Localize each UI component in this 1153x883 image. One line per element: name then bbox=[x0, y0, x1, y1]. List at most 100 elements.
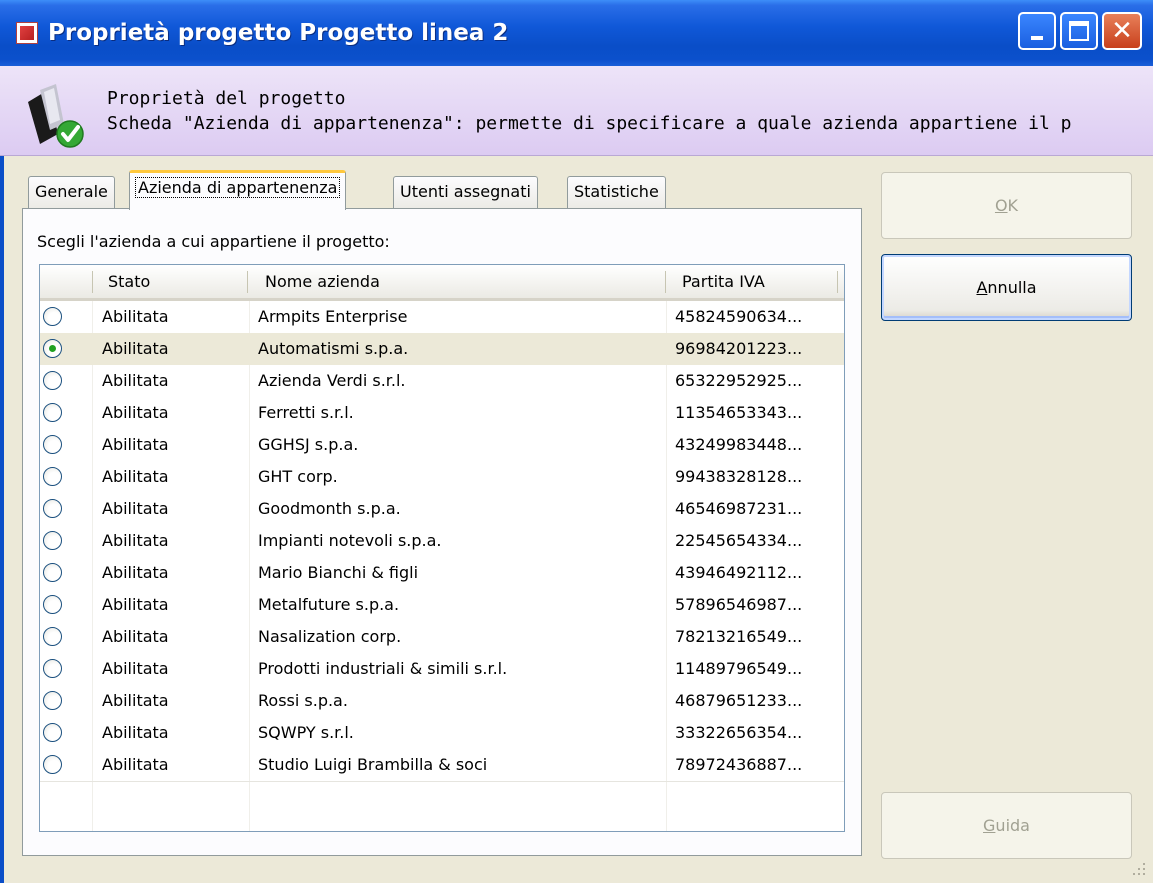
title-bar[interactable]: Proprietà progetto Progetto linea 2 ✕ bbox=[0, 0, 1153, 66]
header-title: Proprietà del progetto bbox=[107, 88, 346, 109]
stato-cell: Abilitata bbox=[102, 755, 169, 774]
table-row[interactable]: Abilitata GGHSJ s.p.a. 43249983448... bbox=[40, 429, 844, 461]
tab-utenti-assegnati[interactable]: Utenti assegnati bbox=[393, 176, 538, 208]
table-row[interactable]: Abilitata Metalfuture s.p.a. 57896546987..… bbox=[40, 589, 844, 621]
stato-cell: Abilitata bbox=[102, 595, 169, 614]
header-description: Scheda "Azienda di appartenenza": permet… bbox=[107, 113, 1072, 134]
stato-cell: Abilitata bbox=[102, 371, 169, 390]
table-row[interactable]: Abilitata Prodotti industriali & simili s… bbox=[40, 653, 844, 685]
vat-number-cell: 99438328128... bbox=[675, 467, 803, 486]
stato-cell: Abilitata bbox=[102, 691, 169, 710]
ok-button[interactable]: OK bbox=[881, 172, 1132, 239]
company-name-cell: Armpits Enterprise bbox=[258, 307, 408, 326]
company-list[interactable]: Stato Nome azienda Partita IVA Abilitata… bbox=[39, 264, 845, 832]
radio-button[interactable] bbox=[43, 435, 62, 454]
vat-number-cell: 46879651233... bbox=[675, 691, 803, 710]
company-name-cell: Impianti notevoli s.p.a. bbox=[258, 531, 442, 550]
tab-azienda-di-appartenenza[interactable]: Azienda di appartenenza bbox=[129, 170, 347, 210]
tab-label: Generale bbox=[35, 182, 108, 201]
ok-mnemonic: O bbox=[994, 196, 1008, 215]
table-row[interactable]: Abilitata Impianti notevoli s.p.a. 2254565… bbox=[40, 525, 844, 557]
company-name-cell: SQWPY s.r.l. bbox=[258, 723, 354, 742]
close-button[interactable]: ✕ bbox=[1102, 12, 1142, 50]
tab-statistiche[interactable]: Statistiche bbox=[567, 176, 666, 208]
company-name-cell: GGHSJ s.p.a. bbox=[258, 435, 359, 454]
company-name-cell: Nasalization corp. bbox=[258, 627, 402, 646]
radio-button[interactable] bbox=[43, 627, 62, 646]
tab-generale[interactable]: Generale bbox=[28, 176, 115, 208]
minimize-button[interactable] bbox=[1018, 12, 1056, 50]
radio-button[interactable] bbox=[43, 659, 62, 678]
company-name-cell: GHT corp. bbox=[258, 467, 338, 486]
maximize-button[interactable] bbox=[1060, 12, 1098, 50]
vat-number-cell: 78972436887... bbox=[675, 755, 803, 774]
guida-label-rest: uida bbox=[995, 816, 1030, 835]
vat-number-cell: 43249983448... bbox=[675, 435, 803, 454]
dialog-header: Proprietà del progetto Scheda "Azienda d… bbox=[0, 66, 1153, 156]
maximize-icon bbox=[1069, 21, 1089, 41]
table-row[interactable]: Abilitata Armpits Enterprise 45824590634..… bbox=[40, 301, 844, 333]
table-row[interactable]: Abilitata Goodmonth s.p.a. 46546987231... bbox=[40, 493, 844, 525]
column-header-nome-azienda[interactable]: Nome azienda bbox=[265, 265, 380, 298]
table-row[interactable]: Abilitata Ferretti s.r.l. 11354653343... bbox=[40, 397, 844, 429]
company-name-cell: Metalfuture s.p.a. bbox=[258, 595, 400, 614]
guida-button[interactable]: Guida bbox=[881, 792, 1132, 859]
tab-label: Utenti assegnati bbox=[400, 182, 531, 201]
table-row[interactable]: Abilitata SQWPY s.r.l. 33322656354... bbox=[40, 717, 844, 749]
radio-button[interactable] bbox=[43, 691, 62, 710]
stato-cell: Abilitata bbox=[102, 563, 169, 582]
window-title: Proprietà progetto Progetto linea 2 bbox=[48, 20, 509, 46]
company-name-cell: Ferretti s.r.l. bbox=[258, 403, 354, 422]
vat-number-cell: 46546987231... bbox=[675, 499, 803, 518]
column-separator[interactable] bbox=[665, 271, 666, 293]
table-row[interactable]: Abilitata Mario Bianchi & figli 4394649211… bbox=[40, 557, 844, 589]
table-row[interactable]: Abilitata Automatismi s.p.a. 96984201223..… bbox=[40, 333, 844, 365]
company-name-cell: Rossi s.p.a. bbox=[258, 691, 348, 710]
stato-cell: Abilitata bbox=[102, 467, 169, 486]
column-header-stato[interactable]: Stato bbox=[108, 265, 150, 298]
column-separator[interactable] bbox=[837, 271, 838, 293]
column-header-select[interactable] bbox=[40, 265, 92, 298]
stato-cell: Abilitata bbox=[102, 307, 169, 326]
column-separator[interactable] bbox=[247, 271, 248, 293]
radio-button[interactable] bbox=[43, 371, 62, 390]
project-properties-icon bbox=[28, 84, 84, 148]
radio-button[interactable] bbox=[43, 531, 62, 550]
stato-cell: Abilitata bbox=[102, 499, 169, 518]
table-row[interactable]: Abilitata GHT corp. 99438328128... bbox=[40, 461, 844, 493]
radio-button[interactable] bbox=[43, 467, 62, 486]
table-row[interactable]: Abilitata Nasalization corp. 78213216549..… bbox=[40, 621, 844, 653]
guida-mnemonic: G bbox=[983, 816, 996, 835]
column-header-partita-iva[interactable]: Partita IVA bbox=[682, 265, 765, 298]
stato-cell: Abilitata bbox=[102, 531, 169, 550]
radio-button[interactable] bbox=[43, 403, 62, 422]
table-row[interactable]: Abilitata Rossi s.p.a. 46879651233... bbox=[40, 685, 844, 717]
radio-button[interactable] bbox=[43, 755, 62, 774]
stato-cell: Abilitata bbox=[102, 627, 169, 646]
table-row[interactable]: Abilitata Studio Luigi Brambilla & soci 78… bbox=[40, 749, 844, 781]
company-name-cell: Prodotti industriali & simili s.r.l. bbox=[258, 659, 508, 678]
vat-number-cell: 65322952925... bbox=[675, 371, 803, 390]
stato-cell: Abilitata bbox=[102, 403, 169, 422]
annulla-button[interactable]: Annulla bbox=[881, 254, 1132, 321]
radio-button[interactable] bbox=[43, 307, 62, 326]
ok-label-rest: K bbox=[1007, 196, 1019, 215]
window-border bbox=[0, 66, 4, 883]
radio-button[interactable] bbox=[43, 595, 62, 614]
column-separator[interactable] bbox=[92, 271, 93, 293]
company-name-cell: Azienda Verdi s.r.l. bbox=[258, 371, 406, 390]
vat-number-cell: 11354653343... bbox=[675, 403, 803, 422]
radio-button[interactable] bbox=[43, 339, 62, 358]
radio-button[interactable] bbox=[43, 563, 62, 582]
radio-button[interactable] bbox=[43, 723, 62, 742]
app-icon[interactable] bbox=[16, 22, 38, 44]
vat-number-cell: 22545654334... bbox=[675, 531, 803, 550]
vat-number-cell: 33322656354... bbox=[675, 723, 803, 742]
company-name-cell: Goodmonth s.p.a. bbox=[258, 499, 401, 518]
table-row[interactable]: Abilitata Azienda Verdi s.r.l. 65322952925… bbox=[40, 365, 844, 397]
radio-button[interactable] bbox=[43, 499, 62, 518]
resize-grip-icon[interactable] bbox=[1128, 858, 1148, 878]
stato-cell: Abilitata bbox=[102, 723, 169, 742]
vat-number-cell: 45824590634... bbox=[675, 307, 803, 326]
tab-label: Azienda di appartenenza bbox=[134, 177, 341, 198]
